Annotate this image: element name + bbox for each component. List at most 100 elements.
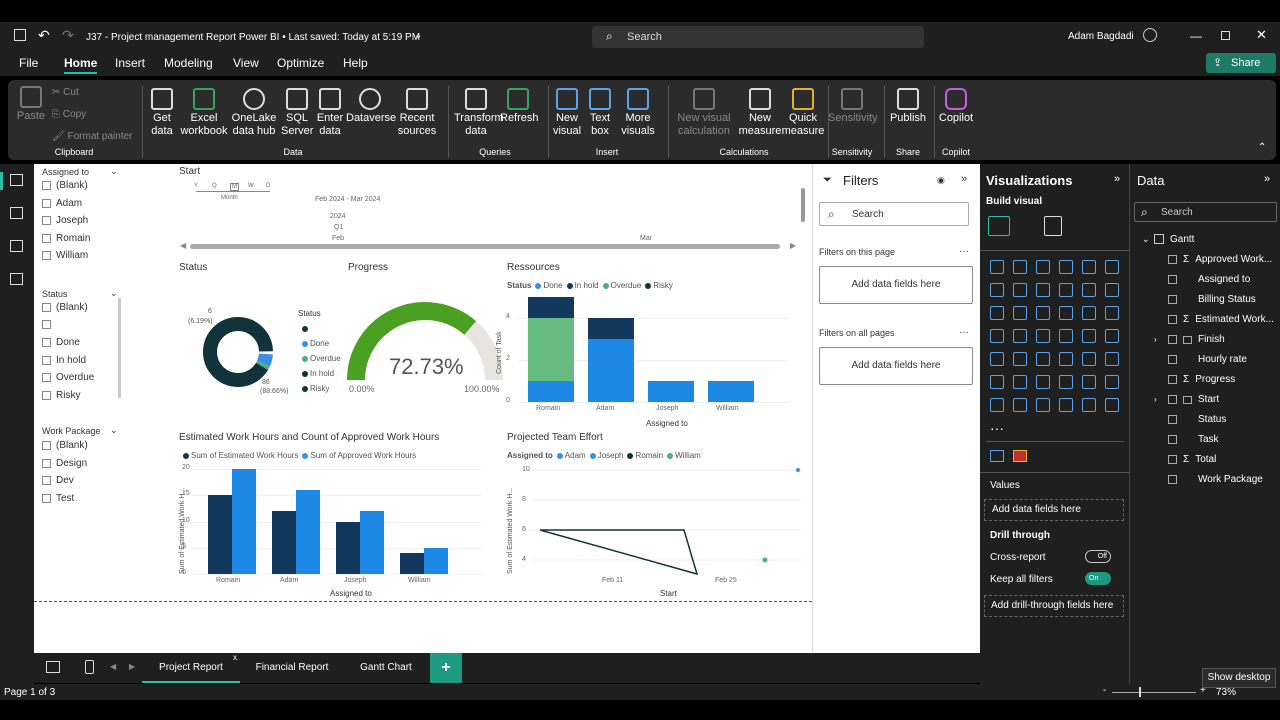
bar-approved[interactable] <box>360 511 384 574</box>
bar-done[interactable] <box>708 381 754 402</box>
field-item[interactable]: Work Package <box>1168 474 1263 485</box>
slicer-item[interactable]: (Blank) <box>42 180 88 191</box>
values-dropzone[interactable]: Add data fields here <box>984 499 1124 521</box>
chevron-down-icon[interactable]: ⌄ <box>1142 234 1150 245</box>
checkbox[interactable] <box>42 441 51 450</box>
effort-plot[interactable] <box>532 464 802 579</box>
viz-100-area-icon[interactable] <box>1059 283 1073 297</box>
bar-in-hold[interactable] <box>588 318 634 339</box>
more-visuals-button[interactable]: More visuals <box>618 88 658 138</box>
table-gantt[interactable]: Gantt <box>1170 234 1194 245</box>
checkbox[interactable] <box>42 355 51 365</box>
effort-point-joseph[interactable] <box>796 468 800 472</box>
field-item[interactable]: Σ Total <box>1168 454 1216 465</box>
viz-power-automate-icon[interactable] <box>1013 398 1027 412</box>
table-view-icon[interactable] <box>10 207 23 219</box>
viz-python-icon[interactable] <box>990 375 1004 389</box>
bar-estimated[interactable] <box>272 511 296 574</box>
filters-on-page-dropzone[interactable]: Add data fields here <box>819 266 973 304</box>
bar-in-hold[interactable] <box>528 297 574 318</box>
chevron-down-icon[interactable]: ⌄ <box>110 425 118 436</box>
effort-line-romain[interactable] <box>539 529 699 576</box>
quick-measure-button[interactable]: Quick measure <box>780 88 826 138</box>
data-search-input[interactable]: ⌕ Search <box>1134 202 1277 222</box>
add-page-button[interactable]: + <box>430 653 462 683</box>
slicer-item[interactable]: Overdue <box>42 372 94 383</box>
slicer-item[interactable]: Joseph <box>42 215 88 226</box>
checkbox[interactable] <box>42 233 51 243</box>
viz-line-column-icon[interactable] <box>1082 283 1096 297</box>
viz-map-icon[interactable] <box>1013 329 1027 343</box>
checkbox[interactable] <box>42 181 51 190</box>
tab-gantt-chart[interactable]: Gantt Chart <box>345 653 427 683</box>
viz-scatter-icon[interactable] <box>1059 306 1073 320</box>
slicer-item[interactable]: (Blank) <box>42 302 88 313</box>
checkbox[interactable] <box>42 373 51 382</box>
menu-home[interactable]: Home <box>64 56 98 74</box>
viz-line-icon[interactable] <box>990 283 1004 297</box>
redo-icon[interactable]: ↷ <box>62 27 74 44</box>
bar-approved[interactable] <box>424 547 448 574</box>
checkbox[interactable] <box>1168 295 1177 304</box>
collapse-ribbon-icon[interactable]: ⌃ <box>1258 142 1266 153</box>
field-item[interactable]: › Start <box>1154 394 1219 405</box>
viz-copilot-visual-icon[interactable] <box>1059 398 1073 412</box>
viz-funnel-icon[interactable] <box>1036 306 1050 320</box>
bar-approved[interactable] <box>232 469 256 574</box>
viz-treemap-icon[interactable] <box>990 329 1004 343</box>
collapse-filters-icon[interactable]: » <box>961 173 967 185</box>
slicer-item[interactable]: William <box>42 250 88 261</box>
hours-plot[interactable]: 20 15 10 5 0 Romain Adam Joseph William <box>182 464 482 589</box>
publish-button[interactable]: Publish <box>888 88 928 125</box>
zoom-handle[interactable] <box>1139 687 1141 697</box>
bar-done[interactable] <box>528 381 574 402</box>
scrollbar[interactable] <box>118 298 121 398</box>
menu-insert[interactable]: Insert <box>115 56 145 70</box>
maximize-icon[interactable] <box>1221 31 1230 40</box>
refresh-button[interactable]: Refresh <box>500 88 539 125</box>
viz-card-icon[interactable] <box>1105 329 1119 343</box>
viz-stacked-bar-icon[interactable] <box>990 260 1004 274</box>
sensitivity-button[interactable]: Sensitivity <box>828 88 878 125</box>
recent-sources-button[interactable]: Recent sources <box>396 88 438 138</box>
keep-filters-toggle[interactable]: On <box>1085 572 1111 585</box>
new-visual-button[interactable]: New visual <box>552 88 582 138</box>
close-icon[interactable]: x <box>233 643 237 673</box>
checkbox[interactable] <box>42 216 51 225</box>
custom-visual-icon[interactable] <box>990 450 1004 462</box>
checkbox[interactable] <box>42 319 51 329</box>
format-visual-tab-icon[interactable] <box>1044 216 1062 236</box>
viz-pie-icon[interactable] <box>1082 306 1096 320</box>
viz-qa-icon[interactable] <box>1059 375 1073 389</box>
checkbox[interactable] <box>1168 375 1177 384</box>
format-painter-button[interactable]: 🖌 Format painter <box>52 130 133 143</box>
donut-legend-item[interactable] <box>298 324 310 333</box>
cross-report-toggle[interactable]: Off <box>1085 550 1111 563</box>
field-item[interactable]: Σ Progress <box>1168 374 1235 385</box>
viz-multi-row-card-icon[interactable] <box>990 352 1004 366</box>
resources-plot[interactable]: 4 2 0 Romain Adam Joseph William <box>506 292 788 417</box>
viz-paginated-icon[interactable] <box>1105 375 1119 389</box>
chevron-down-icon[interactable]: ⌄ <box>414 30 422 41</box>
field-item[interactable]: Task <box>1168 434 1219 445</box>
excel-button[interactable]: Excel workbook <box>180 88 228 138</box>
dataverse-button[interactable]: Dataverse <box>346 88 396 125</box>
field-item[interactable]: Hourly rate <box>1168 354 1247 365</box>
slicer-item[interactable]: Adam <box>42 198 82 209</box>
checkbox[interactable] <box>42 251 51 260</box>
donut-legend-item[interactable]: Done <box>298 339 329 348</box>
filters-on-all-dropzone[interactable]: Add data fields here <box>819 347 973 385</box>
dax-query-view-icon[interactable] <box>10 273 23 285</box>
field-item[interactable]: Σ Approved Work... <box>1168 254 1272 265</box>
close-icon[interactable]: ✕ <box>1256 27 1267 43</box>
build-visual-tab-icon[interactable] <box>988 216 1010 236</box>
bar-done[interactable] <box>648 381 694 402</box>
checkbox[interactable] <box>42 338 51 347</box>
checkbox[interactable] <box>42 493 51 503</box>
next-page-icon[interactable]: ▶ <box>129 662 135 671</box>
more-icon[interactable]: … <box>959 325 969 336</box>
copy-button[interactable]: ⎘ Copy <box>52 108 86 121</box>
viz-100-bar-icon[interactable] <box>1082 260 1096 274</box>
effort-point-william[interactable] <box>762 557 768 563</box>
viz-slicer-icon[interactable] <box>1036 352 1050 366</box>
